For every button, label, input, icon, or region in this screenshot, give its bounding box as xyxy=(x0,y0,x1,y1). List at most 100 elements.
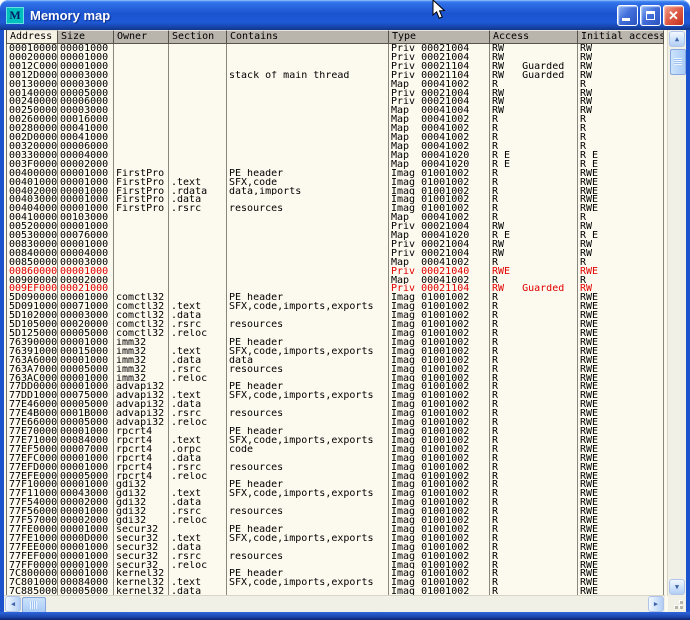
table-row[interactable]: 763AC00000001000imm32.relocImag 01001002… xyxy=(7,374,664,383)
table-row[interactable]: 7639000000001000imm32PE headerImag 01001… xyxy=(7,338,664,347)
horizontal-scrollbar[interactable]: ◀ ▶ xyxy=(4,595,665,612)
cell-owner: secur32 xyxy=(114,561,169,570)
table-row[interactable]: 77EFC00000001000rpcrt4.dataImag 01001002… xyxy=(7,454,664,463)
table-row[interactable]: 0084000000004000Priv 00021004RWRW xyxy=(7,249,664,258)
scroll-right-button[interactable]: ▶ xyxy=(648,596,664,612)
table-row[interactable]: 77E7100000084000rpcrt4.textSFX,code,impo… xyxy=(7,436,664,445)
table-row[interactable]: 0026000000016000Map 00041002RR xyxy=(7,115,664,124)
table-row[interactable]: 763A700000005000imm32.rsrcresourcesImag … xyxy=(7,365,664,374)
table-row[interactable]: 77F5600000001000gdi32.rsrcresourcesImag … xyxy=(7,507,664,516)
table-row[interactable]: 0085000000003000Map 00041002RR xyxy=(7,258,664,267)
maximize-button[interactable] xyxy=(640,5,661,26)
cell-access: R xyxy=(490,329,578,338)
table-row[interactable]: 77FF000000001000secur32.relocImag 010010… xyxy=(7,561,664,570)
vertical-scroll-thumb[interactable] xyxy=(670,49,686,75)
cell-size: 00001000 xyxy=(58,338,114,347)
table-row[interactable]: 763A600000001000imm32.datadataImag 01001… xyxy=(7,356,664,365)
table-row[interactable]: 003F000000002000Map 00041020R ER E xyxy=(7,160,664,169)
table-row[interactable]: 7C80000000001000kernel32PE headerImag 01… xyxy=(7,569,664,578)
table-row[interactable]: 0040100000001000FirstPro.textSFX,codeIma… xyxy=(7,178,664,187)
table-row[interactable]: 77E7000000001000rpcrt4PE headerImag 0100… xyxy=(7,427,664,436)
cell-size: 0001B000 xyxy=(58,409,114,418)
table-row[interactable]: 0033000000004000Map 00041020R ER E xyxy=(7,151,664,160)
table-row[interactable]: 77F5400000002000gdi32.dataImag 01001002R… xyxy=(7,498,664,507)
table-row[interactable]: 0052000000001000Priv 00021004RWRW xyxy=(7,222,664,231)
cell-contains: resources xyxy=(227,552,389,561)
table-row[interactable]: 77F1100000043000gdi32.textSFX,code,impor… xyxy=(7,489,664,498)
table-row[interactable]: 77EF500000007000rpcrt4.orpccodeImag 0100… xyxy=(7,445,664,454)
table-row[interactable]: 77DD000000001000advapi32PE headerImag 01… xyxy=(7,382,664,391)
cell-address: 0012D000 xyxy=(7,71,58,80)
table-row[interactable]: 77FEF00000001000secur32.rsrcresourcesIma… xyxy=(7,552,664,561)
memory-map-icon: M xyxy=(6,7,24,24)
table-row[interactable]: 0025000000003000Map 00041004RWRW xyxy=(7,106,664,115)
table-row[interactable]: 77F1000000001000gdi32PE headerImag 01001… xyxy=(7,480,664,489)
table-row[interactable]: 0040400000001000FirstPro.rsrcresourcesIm… xyxy=(7,204,664,213)
scroll-left-button[interactable]: ◀ xyxy=(5,596,21,612)
table-row[interactable]: 0086000000001000Priv 00021040RWERWE xyxy=(7,267,664,276)
table-row[interactable]: 5D10200000003000comctl32.dataImag 010010… xyxy=(7,311,664,320)
table-row[interactable]: 0040000000001000FirstProPE headerImag 01… xyxy=(7,169,664,178)
cell-contains: SFX,code xyxy=(227,178,389,187)
cell-size: 00003000 xyxy=(58,258,114,267)
vertical-scrollbar[interactable]: ▲ ▼ xyxy=(667,30,686,596)
table-row[interactable]: 0053000000076000Map 00041020R ER E xyxy=(7,231,664,240)
scroll-up-button[interactable]: ▲ xyxy=(669,31,685,47)
column-header-access[interactable]: Access xyxy=(490,30,578,44)
cell-address: 00530000 xyxy=(7,231,58,240)
table-row[interactable]: 0024000000006000Priv 00021004RWRW xyxy=(7,97,664,106)
table-row[interactable]: 77EFE00000005000rpcrt4.relocImag 0100100… xyxy=(7,472,664,481)
titlebar[interactable]: M Memory map ✕ xyxy=(0,0,690,30)
cell-contains: SFX,code,imports,exports xyxy=(227,489,389,498)
table-row[interactable]: 77F5700000002000gdi32.relocImag 01001002… xyxy=(7,516,664,525)
resize-grip[interactable] xyxy=(668,596,686,612)
table-row[interactable]: 0090000000002000Map 00041002RR xyxy=(7,276,664,285)
table-row[interactable]: 0028000000041000Map 00041002RR xyxy=(7,124,664,133)
cell-size: 00041000 xyxy=(58,124,114,133)
scroll-down-button[interactable]: ▼ xyxy=(669,579,685,595)
table-row[interactable]: 009EF00000021000Priv 00021104RW GuardedR… xyxy=(7,284,664,293)
table-row[interactable]: 0041000000103000Map 00041002RR xyxy=(7,213,664,222)
table-row[interactable]: 0014000000005000Priv 00021004RWRW xyxy=(7,89,664,98)
table-row[interactable]: 5D12500000005000comctl32.relocImag 01001… xyxy=(7,329,664,338)
cell-initial_access: RWE xyxy=(578,320,664,329)
table-row[interactable]: 7639100000015000imm32.textSFX,code,impor… xyxy=(7,347,664,356)
minimize-button[interactable] xyxy=(617,5,638,26)
cell-type: Imag 01001002 xyxy=(389,489,490,498)
column-header-address[interactable]: Address xyxy=(7,30,58,44)
table-row[interactable]: 7C80100000084000kernel32.textSFX,code,im… xyxy=(7,578,664,587)
table-row[interactable]: 77FE000000001000secur32PE headerImag 010… xyxy=(7,525,664,534)
horizontal-scroll-thumb[interactable] xyxy=(22,597,46,612)
table-row[interactable]: 0013000000003000Map 00041002RR xyxy=(7,80,664,89)
table-row[interactable]: 0012D00000003000stack of main threadPriv… xyxy=(7,71,664,80)
table-row[interactable]: 0001000000001000Priv 00021004RWRW xyxy=(7,44,664,53)
table-row[interactable]: 77DD100000075000advapi32.textSFX,code,im… xyxy=(7,391,664,400)
column-header-contains[interactable]: Contains xyxy=(227,30,389,44)
column-header-section[interactable]: Section xyxy=(169,30,227,44)
table-row[interactable]: 0012C00000001000Priv 00021104RW GuardedR… xyxy=(7,62,664,71)
table-row[interactable]: 0083000000001000Priv 00021004RWRW xyxy=(7,240,664,249)
table-row[interactable]: 77FE10000000D000secur32.textSFX,code,imp… xyxy=(7,534,664,543)
table-row[interactable]: 002D000000041000Map 00041002RR xyxy=(7,133,664,142)
table-row[interactable]: 5D09000000001000comctl32PE headerImag 01… xyxy=(7,293,664,302)
column-header-owner[interactable]: Owner xyxy=(114,30,169,44)
cell-owner xyxy=(114,249,169,258)
table-row[interactable]: 0040300000001000FirstPro.dataImag 010010… xyxy=(7,195,664,204)
table-row[interactable]: 0032000000006000Map 00041002RR xyxy=(7,142,664,151)
table-row[interactable]: 77E4600000005000advapi32.dataImag 010010… xyxy=(7,400,664,409)
table-row[interactable]: 0040200000001000FirstPro.rdatadata,impor… xyxy=(7,187,664,196)
cell-access: RW xyxy=(490,97,578,106)
cell-owner: imm32 xyxy=(114,347,169,356)
table-row[interactable]: 5D09100000071000comctl32.textSFX,code,im… xyxy=(7,302,664,311)
table-row[interactable]: 77E6600000005000advapi32.relocImag 01001… xyxy=(7,418,664,427)
table-row[interactable]: 5D10500000020000comctl32.rsrcresourcesIm… xyxy=(7,320,664,329)
close-button[interactable]: ✕ xyxy=(663,5,684,26)
table-row[interactable]: 77E4B0000001B000advapi32.rsrcresourcesIm… xyxy=(7,409,664,418)
cell-section: .text xyxy=(169,578,227,587)
table-row[interactable]: 77EFD00000001000rpcrt4.rsrcresourcesImag… xyxy=(7,463,664,472)
column-header-initial_access[interactable]: Initial access xyxy=(578,30,664,44)
table-row[interactable]: 77FEE00000001000secur32.dataImag 0100100… xyxy=(7,543,664,552)
table-row[interactable]: 0002000000001000Priv 00021004RWRW xyxy=(7,53,664,62)
column-header-size[interactable]: Size xyxy=(58,30,114,44)
column-header-type[interactable]: Type xyxy=(389,30,490,44)
